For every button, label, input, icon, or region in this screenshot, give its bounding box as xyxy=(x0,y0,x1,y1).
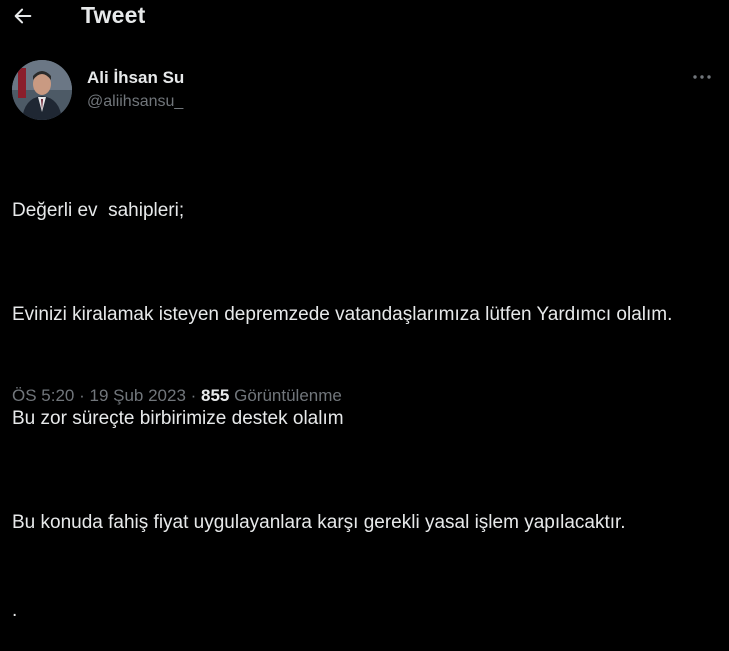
arrow-left-icon xyxy=(14,8,32,24)
back-button[interactable] xyxy=(10,3,36,29)
avatar-photo-icon xyxy=(12,60,72,120)
tweet-paragraph: Evinizi kiralamak isteyen depremzede vat… xyxy=(12,304,673,325)
tweet-paragraph: Bu konuda fahiş fiyat uygulayanlara karş… xyxy=(12,512,626,533)
tweet-paragraph: Değerli ev sahipleri; xyxy=(12,200,185,221)
avatar[interactable] xyxy=(12,60,72,120)
tweet-paragraph: Bu zor süreçte birbirimize destek olalım xyxy=(12,408,344,429)
tweet-meta: ÖS 5:20 · 19 Şub 2023 · 855 Görüntülenme xyxy=(12,386,342,406)
views-count: 855 xyxy=(201,386,230,405)
more-options-button[interactable] xyxy=(687,70,717,84)
top-bar: Tweet xyxy=(0,0,729,32)
page-title: Tweet xyxy=(81,2,146,28)
meta-separator: · xyxy=(185,386,202,405)
more-horizontal-icon xyxy=(693,75,711,79)
tweet-time[interactable]: ÖS 5:20 xyxy=(12,386,74,405)
author-handle[interactable]: @aliihsansu_ xyxy=(87,93,183,111)
author-name[interactable]: Ali İhsan Su xyxy=(87,68,184,88)
meta-separator: · xyxy=(74,386,90,405)
views-label: Görüntülenme xyxy=(234,386,342,405)
tweet-trailing-dot: . xyxy=(12,600,18,621)
tweet-author: Ali İhsan Su @aliihsansu_ xyxy=(12,60,717,124)
tweet-date[interactable]: 19 Şub 2023 xyxy=(89,386,185,405)
